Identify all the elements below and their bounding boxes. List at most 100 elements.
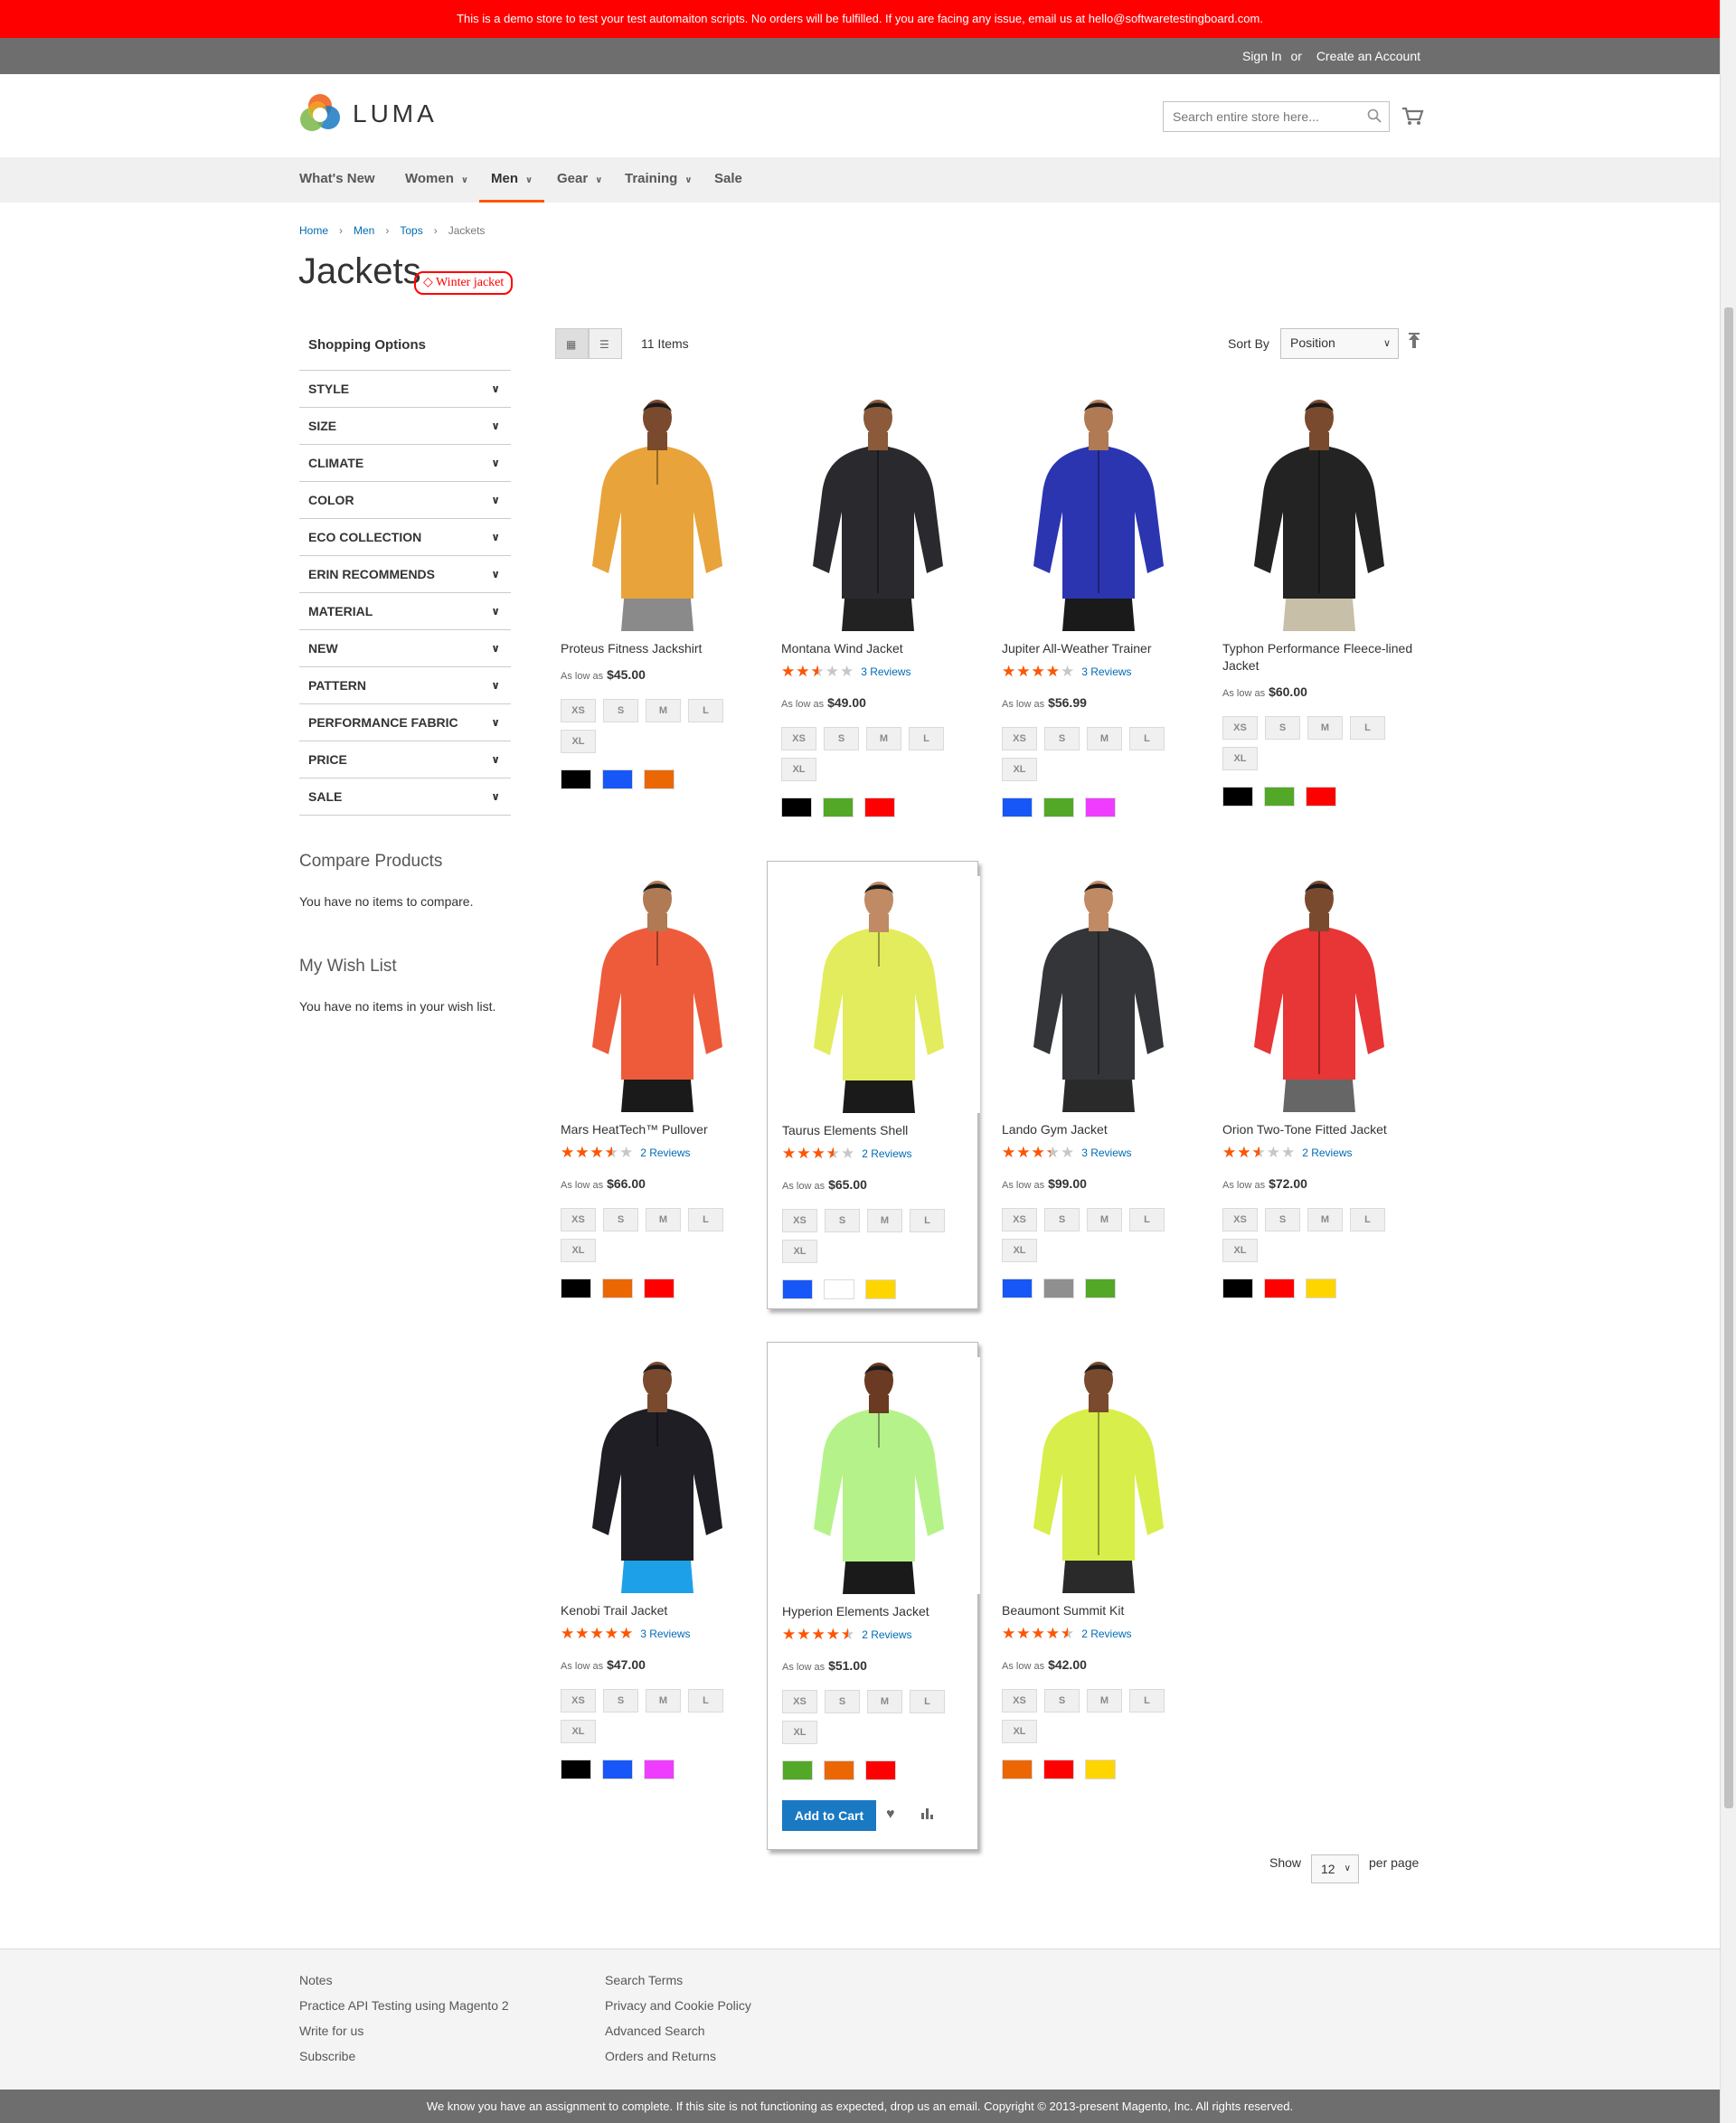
- color-swatch[interactable]: [1043, 797, 1074, 817]
- color-swatch[interactable]: [1085, 797, 1116, 817]
- page-scrollbar[interactable]: [1720, 0, 1736, 2123]
- size-swatch[interactable]: XS: [1002, 727, 1037, 750]
- size-swatch[interactable]: M: [866, 727, 901, 750]
- color-swatch[interactable]: [561, 769, 591, 789]
- color-swatch[interactable]: [561, 1279, 591, 1298]
- reviews-link[interactable]: 2 Reviews: [1081, 1628, 1131, 1640]
- size-swatch[interactable]: M: [1087, 1208, 1122, 1231]
- color-swatch[interactable]: [561, 1760, 591, 1779]
- grid-view-button[interactable]: ▦: [555, 328, 589, 359]
- product-image[interactable]: [997, 394, 1200, 631]
- nav-item-sale[interactable]: Sale: [714, 157, 742, 203]
- size-swatch[interactable]: S: [825, 1690, 860, 1713]
- product-image[interactable]: [997, 1356, 1200, 1593]
- product-item[interactable]: Mars HeatTech™ Pullover ★★★★★★★★★★ 2 Revie…: [546, 861, 759, 1309]
- size-swatch[interactable]: S: [824, 727, 859, 750]
- color-swatch[interactable]: [1043, 1760, 1074, 1779]
- footer-link[interactable]: Subscribe: [299, 2043, 509, 2069]
- product-name-link[interactable]: Hyperion Elements Jacket: [782, 1603, 981, 1620]
- product-item[interactable]: Taurus Elements Shell ★★★★★★★★★★ 2 Reviews…: [767, 861, 981, 1309]
- color-swatch[interactable]: [823, 797, 854, 817]
- cart-icon[interactable]: [1401, 104, 1424, 127]
- product-image[interactable]: [1218, 875, 1420, 1112]
- color-swatch[interactable]: [602, 1760, 633, 1779]
- color-swatch[interactable]: [1002, 1760, 1033, 1779]
- color-swatch[interactable]: [1085, 1279, 1116, 1298]
- reviews-link[interactable]: 2 Reviews: [1302, 1146, 1352, 1159]
- size-swatch[interactable]: S: [1265, 716, 1300, 740]
- size-swatch[interactable]: M: [1307, 1208, 1343, 1231]
- footer-link[interactable]: Search Terms: [605, 1967, 751, 1993]
- footer-link[interactable]: Notes: [299, 1967, 509, 1993]
- filter-eco-collection[interactable]: Eco Collection ∨: [299, 519, 511, 556]
- color-swatch[interactable]: [1264, 1279, 1295, 1298]
- product-item[interactable]: Kenobi Trail Jacket ★★★★★ ★★★★★ 3 Reviews As…: [546, 1342, 759, 1790]
- product-name-link[interactable]: Lando Gym Jacket: [1002, 1121, 1201, 1138]
- size-swatch[interactable]: XL: [1222, 747, 1258, 770]
- product-image[interactable]: [777, 394, 979, 631]
- reviews-link[interactable]: 3 Reviews: [1081, 1146, 1131, 1159]
- color-swatch[interactable]: [1306, 1279, 1336, 1298]
- size-swatch[interactable]: XS: [561, 699, 596, 722]
- size-swatch[interactable]: M: [646, 1689, 681, 1713]
- size-swatch[interactable]: S: [1044, 1208, 1080, 1231]
- color-swatch[interactable]: [1085, 1760, 1116, 1779]
- filter-climate[interactable]: Climate ∨: [299, 445, 511, 482]
- create-account-link[interactable]: Create an Account: [1316, 49, 1420, 63]
- size-swatch[interactable]: XL: [782, 1721, 817, 1744]
- color-swatch[interactable]: [824, 1279, 854, 1299]
- filter-performance-fabric[interactable]: Performance Fabric ∨: [299, 704, 511, 741]
- color-swatch[interactable]: [1002, 1279, 1033, 1298]
- reviews-link[interactable]: 2 Reviews: [640, 1146, 690, 1159]
- breadcrumb-men[interactable]: Men: [354, 224, 374, 237]
- color-swatch[interactable]: [1043, 1279, 1074, 1298]
- product-name-link[interactable]: Typhon Performance Fleece-lined Jacket: [1222, 640, 1421, 675]
- product-image[interactable]: [1218, 394, 1420, 631]
- size-swatch[interactable]: XL: [781, 758, 816, 781]
- size-swatch[interactable]: M: [867, 1690, 902, 1713]
- size-swatch[interactable]: M: [646, 699, 681, 722]
- size-swatch[interactable]: XL: [1002, 758, 1037, 781]
- filter-sale[interactable]: Sale ∨: [299, 778, 511, 816]
- product-item[interactable]: Hyperion Elements Jacket ★★★★★★★★★★ 2 Revi…: [767, 1342, 981, 1850]
- footer-link[interactable]: Privacy and Cookie Policy: [605, 1993, 751, 2018]
- filter-erin-recommends[interactable]: Erin Recommends ∨: [299, 556, 511, 593]
- reviews-link[interactable]: 3 Reviews: [1081, 665, 1131, 678]
- reviews-link[interactable]: 3 Reviews: [640, 1628, 690, 1640]
- luma-logo[interactable]: LUMA: [299, 92, 438, 136]
- nav-item-men[interactable]: Men ∨: [479, 157, 545, 203]
- size-swatch[interactable]: XL: [1002, 1239, 1037, 1262]
- color-swatch[interactable]: [865, 1279, 896, 1299]
- product-item[interactable]: Montana Wind Jacket ★★★★★★★★★★ 3 Reviews As…: [767, 380, 980, 828]
- nav-item-gear[interactable]: Gear ∨: [557, 157, 602, 203]
- footer-link[interactable]: Advanced Search: [605, 2018, 751, 2043]
- product-name-link[interactable]: Taurus Elements Shell: [782, 1122, 981, 1139]
- product-image[interactable]: [997, 875, 1200, 1112]
- size-swatch[interactable]: XL: [561, 1239, 596, 1262]
- color-swatch[interactable]: [782, 1760, 813, 1780]
- size-swatch[interactable]: M: [1087, 727, 1122, 750]
- product-name-link[interactable]: Montana Wind Jacket: [781, 640, 980, 657]
- nav-item-whats-new[interactable]: What's New: [299, 157, 375, 203]
- size-swatch[interactable]: XL: [1002, 1720, 1037, 1743]
- product-image[interactable]: [556, 875, 759, 1112]
- size-swatch[interactable]: L: [688, 1208, 723, 1231]
- size-swatch[interactable]: S: [1044, 1689, 1080, 1713]
- filter-price[interactable]: Price ∨: [299, 741, 511, 778]
- footer-link[interactable]: Write for us: [299, 2018, 509, 2043]
- size-swatch[interactable]: XS: [782, 1690, 817, 1713]
- size-swatch[interactable]: XL: [782, 1240, 817, 1263]
- size-swatch[interactable]: L: [1129, 727, 1165, 750]
- size-swatch[interactable]: M: [867, 1209, 902, 1232]
- reviews-link[interactable]: 2 Reviews: [862, 1147, 911, 1160]
- search-input[interactable]: Search entire store here...: [1163, 101, 1390, 132]
- size-swatch[interactable]: L: [1350, 1208, 1385, 1231]
- product-name-link[interactable]: Proteus Fitness Jackshirt: [561, 640, 760, 657]
- size-swatch[interactable]: M: [1087, 1689, 1122, 1713]
- color-swatch[interactable]: [602, 769, 633, 789]
- size-swatch[interactable]: XS: [1222, 716, 1258, 740]
- size-swatch[interactable]: S: [603, 699, 638, 722]
- product-item[interactable]: Lando Gym Jacket ★★★★★★★★★★ 3 Reviews As lo…: [987, 861, 1201, 1309]
- size-swatch[interactable]: XS: [1002, 1208, 1037, 1231]
- product-item[interactable]: Orion Two-Tone Fitted Jacket ★★★★★★★★★★ 2 …: [1208, 861, 1420, 1309]
